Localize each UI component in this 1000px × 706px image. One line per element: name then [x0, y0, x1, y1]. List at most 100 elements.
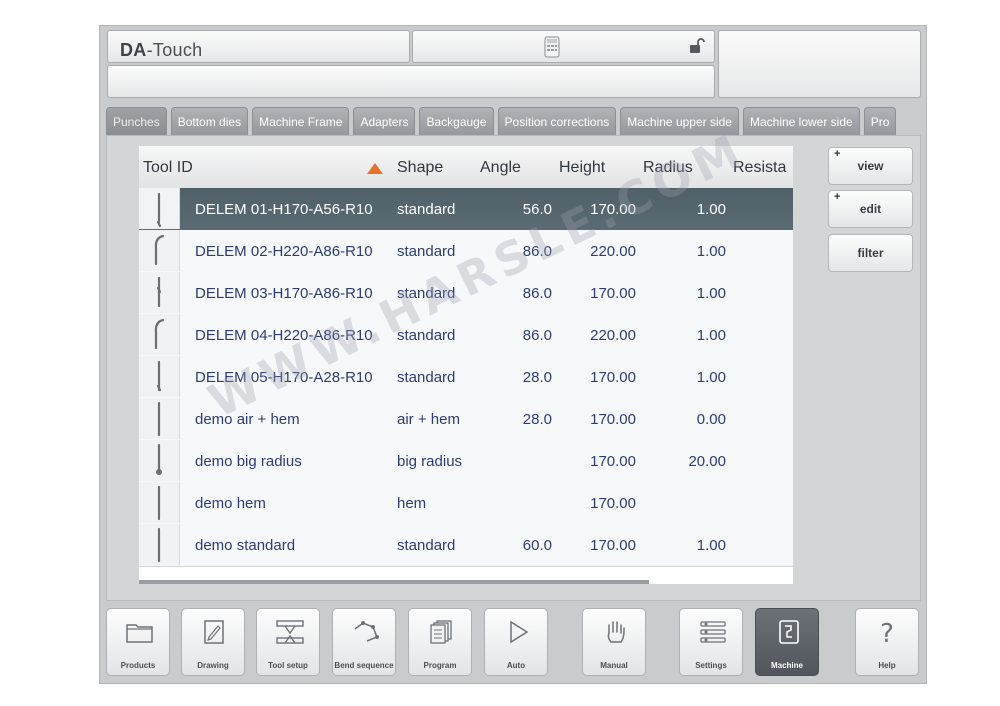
tab-adapters[interactable]: Adapters [353, 107, 416, 135]
cell-height: 170.00 [590, 369, 636, 386]
cell-angle: 28.0 [522, 369, 552, 386]
info-panel [718, 30, 921, 98]
app-logo: DA-Touch [120, 40, 203, 60]
cell-radius: 0.00 [696, 411, 726, 428]
tab-machine-lower-side[interactable]: Machine lower side [742, 107, 860, 135]
nav-machine-button[interactable]: Machine [755, 608, 819, 676]
cell-shape: hem [397, 495, 427, 512]
cell-angle: 56.0 [522, 201, 552, 218]
cell-radius: 1.00 [696, 285, 726, 302]
punch-thumbnail-icon [139, 314, 180, 355]
cell-height: 170.00 [590, 495, 636, 512]
table-row[interactable]: DELEM 02-H220-A86-R10 standard 86.0 220.00 1… [139, 230, 793, 273]
cell-shape: big radius [397, 453, 463, 470]
cell-height: 220.00 [590, 243, 636, 260]
nav-bend-sequence-button[interactable]: Bend sequence [332, 608, 396, 676]
cell-height: 170.00 [590, 201, 636, 218]
edit-button[interactable]: + edit [828, 190, 913, 228]
column-header-height[interactable]: Height [559, 159, 605, 177]
cell-shape: standard [397, 201, 456, 218]
cell-angle: 28.0 [522, 411, 552, 428]
view-button[interactable]: + view [828, 147, 913, 185]
tab-pro[interactable]: Pro [863, 107, 897, 135]
table-row[interactable]: demo big radius big radius 170.00 20.00 [139, 440, 793, 483]
nav-help-button[interactable]: ? Help [855, 608, 919, 676]
nav-products-button[interactable]: Products [106, 608, 170, 676]
table-row[interactable]: DELEM 04-H220-A86-R10 standard 86.0 220.00 1… [139, 314, 793, 357]
nav-auto-button[interactable]: Auto [484, 608, 548, 676]
cell-angle: 86.0 [522, 327, 552, 344]
nav-tool-setup-button[interactable]: Tool setup [256, 608, 320, 676]
settings-icon [700, 621, 726, 643]
table-row[interactable]: DELEM 01-H170-A56-R10 standard 56.0 170.00 1… [139, 188, 793, 231]
tab-bar: Punches Bottom dies Machine Frame Adapters B… [106, 107, 921, 137]
punch-thumbnail-icon [139, 188, 180, 229]
folder-icon [126, 624, 153, 643]
cell-tool-id: DELEM 01-H170-A56-R10 [195, 201, 373, 218]
table-row[interactable]: DELEM 05-H170-A28-R10 standard 28.0 170.00 1… [139, 356, 793, 399]
tab-machine-frame[interactable]: Machine Frame [252, 107, 350, 135]
column-header-angle[interactable]: Angle [480, 159, 521, 177]
cell-height: 170.00 [590, 285, 636, 302]
punch-thumbnail-icon [139, 524, 180, 565]
program-icon [430, 620, 452, 644]
tool-setup-icon [276, 620, 304, 644]
nav-drawing-button[interactable]: Drawing [181, 608, 245, 676]
cell-angle: 86.0 [522, 243, 552, 260]
cell-height: 170.00 [590, 453, 636, 470]
machine-icon [779, 620, 799, 644]
punch-thumbnail-icon [139, 356, 180, 397]
column-header-resistance[interactable]: Resista [733, 159, 786, 177]
tab-position-corrections[interactable]: Position corrections [497, 107, 617, 135]
cell-tool-id: demo hem [195, 495, 266, 512]
cell-radius: 1.00 [696, 327, 726, 344]
punch-thumbnail-icon [139, 230, 180, 271]
cell-tool-id: demo standard [195, 537, 296, 554]
cell-height: 170.00 [590, 537, 636, 554]
tab-punches[interactable]: Punches [106, 107, 167, 135]
punches-table: Tool ID Shape Angle Height Radius Resist… [139, 146, 793, 584]
status-bar [412, 30, 715, 63]
tab-machine-upper-side[interactable]: Machine upper side [620, 107, 739, 135]
drawing-icon [204, 620, 224, 644]
table-row[interactable]: DELEM 03-H170-A86-R10 standard 86.0 170.00 1… [139, 272, 793, 315]
filter-button[interactable]: filter [828, 234, 913, 272]
table-row[interactable]: demo hem hem 170.00 [139, 482, 793, 525]
table-row[interactable]: demo standard standard 60.0 170.00 1.00 [139, 524, 793, 567]
cell-tool-id: DELEM 03-H170-A86-R10 [195, 285, 373, 302]
cell-radius: 1.00 [696, 369, 726, 386]
calculator-icon[interactable] [544, 36, 560, 58]
sort-ascending-icon[interactable] [367, 163, 383, 174]
cell-height: 220.00 [590, 327, 636, 344]
cell-shape: standard [397, 537, 456, 554]
column-header-tool-id[interactable]: Tool ID [143, 159, 193, 177]
cell-shape: standard [397, 369, 456, 386]
table-row[interactable]: demo air + hem air + hem 28.0 170.00 0.00 [139, 398, 793, 441]
punch-thumbnail-icon [139, 440, 180, 481]
tab-backgauge[interactable]: Backgauge [419, 107, 494, 135]
cell-tool-id: DELEM 04-H220-A86-R10 [195, 327, 373, 344]
help-icon: ? [880, 619, 894, 649]
cell-shape: air + hem [397, 411, 460, 428]
cell-shape: standard [397, 243, 456, 260]
cell-angle: 60.0 [522, 537, 552, 554]
cell-tool-id: DELEM 02-H220-A86-R10 [195, 243, 373, 260]
column-header-radius[interactable]: Radius [643, 159, 693, 177]
horizontal-scrollbar[interactable] [139, 580, 649, 584]
title-bar: DA-Touch [107, 30, 410, 63]
nav-program-button[interactable]: Program [408, 608, 472, 676]
cell-radius: 1.00 [696, 243, 726, 260]
nav-settings-button[interactable]: Settings [679, 608, 743, 676]
hand-icon [607, 621, 625, 643]
tab-bottom-dies[interactable]: Bottom dies [170, 107, 249, 135]
bend-sequence-icon [354, 621, 379, 642]
cell-radius: 20.00 [688, 453, 726, 470]
unlock-icon[interactable] [689, 37, 705, 55]
plus-icon: + [834, 191, 841, 203]
column-header-shape[interactable]: Shape [397, 159, 443, 177]
cell-shape: standard [397, 285, 456, 302]
nav-manual-button[interactable]: Manual [582, 608, 646, 676]
play-icon [510, 620, 529, 644]
cell-tool-id: demo big radius [195, 453, 302, 470]
cell-tool-id: DELEM 05-H170-A28-R10 [195, 369, 373, 386]
